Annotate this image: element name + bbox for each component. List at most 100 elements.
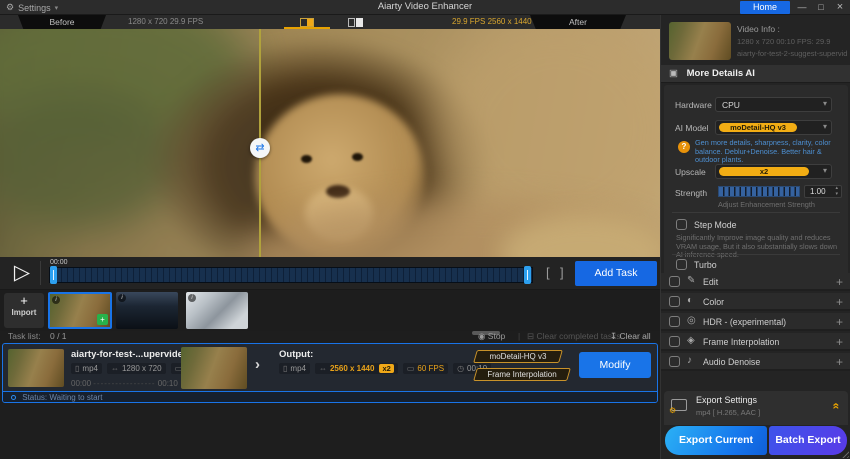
export-settings-block[interactable]: Export Settings mp4 [ H.265, AAC ] « bbox=[664, 391, 848, 425]
export-settings-icon bbox=[669, 399, 687, 415]
frame-interpolation-checkbox[interactable] bbox=[669, 336, 680, 347]
side-by-side-toggle[interactable] bbox=[332, 16, 378, 28]
trim-dashes: ----------------- bbox=[93, 379, 156, 388]
expand-plus-icon[interactable]: + bbox=[836, 295, 843, 309]
trim-handle-end[interactable] bbox=[524, 266, 531, 284]
output-label: Output: bbox=[279, 349, 314, 360]
resolution-chip: ⇔ 2560 x 1440 x2 bbox=[314, 363, 398, 374]
task-row[interactable]: aiarty-for-test-...upervideo-x2.mp4 ▯ mp4… bbox=[2, 343, 658, 403]
close-button[interactable]: × bbox=[832, 1, 848, 14]
section-audio-denoise[interactable]: ♪ Audio Denoise + bbox=[661, 353, 850, 371]
format-chip: ▯ mp4 bbox=[71, 363, 102, 374]
home-button[interactable]: Home bbox=[740, 1, 790, 14]
side-by-side-icon bbox=[347, 17, 355, 27]
step-mode-checkbox[interactable] bbox=[676, 219, 687, 230]
color-icon: ◐ bbox=[687, 295, 694, 306]
stop-button[interactable]: ◉ Stop bbox=[478, 331, 505, 342]
strength-slider[interactable] bbox=[718, 186, 800, 197]
minimize-button[interactable]: — bbox=[794, 1, 810, 14]
status-dot bbox=[11, 395, 16, 400]
video-info-specs: 1280 x 720 00:10 FPS: 29.9 bbox=[737, 37, 831, 46]
video-info-thumbnail bbox=[669, 22, 731, 60]
clear-completed-button[interactable]: ⊟ Clear completed tasks bbox=[527, 331, 621, 342]
info-icon[interactable]: i bbox=[52, 296, 60, 304]
import-button[interactable]: + Import bbox=[4, 293, 44, 328]
upscale-label: Upscale bbox=[675, 167, 706, 177]
strength-value-box[interactable]: 1.00 ▴ ▾ bbox=[804, 185, 842, 198]
batch-export-button[interactable]: Batch Export bbox=[769, 426, 847, 455]
trim-out-button[interactable]: ] bbox=[560, 265, 564, 280]
chevron-down-icon: ▾ bbox=[822, 122, 827, 131]
play-button[interactable]: ▷ bbox=[8, 259, 36, 287]
media-thumbnail-bridge[interactable]: i bbox=[116, 292, 178, 329]
hdr-icon: ◎ bbox=[687, 315, 696, 326]
step-mode-caption: Significantly Improve image quality and … bbox=[676, 233, 838, 258]
media-thumbnail-snow[interactable]: i bbox=[186, 292, 248, 329]
before-resolution: 1280 x 720 29.9 FPS bbox=[128, 17, 204, 26]
export-current-button[interactable]: Export Current bbox=[665, 426, 767, 455]
task-list-label: Task list: bbox=[8, 331, 41, 341]
task-status: Status: Waiting to start bbox=[3, 391, 657, 402]
collapse-icon[interactable]: « bbox=[830, 403, 844, 410]
task-output-thumbnail bbox=[181, 347, 247, 389]
info-icon[interactable]: i bbox=[188, 294, 196, 302]
resolution-chip: ⇔ 1280 x 720 bbox=[106, 363, 166, 374]
color-checkbox[interactable] bbox=[669, 296, 680, 307]
scale-badge: x2 bbox=[379, 364, 394, 373]
expand-plus-icon[interactable]: + bbox=[836, 315, 843, 329]
edit-checkbox[interactable] bbox=[669, 276, 680, 287]
split-view-icon bbox=[300, 17, 314, 27]
add-task-button[interactable]: Add Task bbox=[575, 261, 657, 286]
added-badge: + bbox=[97, 314, 108, 325]
hdr-checkbox[interactable] bbox=[669, 316, 680, 327]
media-thumbnail-lion[interactable]: i + bbox=[48, 292, 112, 329]
timeline-track[interactable] bbox=[49, 267, 533, 283]
section-color[interactable]: ◐ Color + bbox=[661, 293, 850, 311]
expand-plus-icon[interactable]: + bbox=[836, 355, 843, 369]
audio-denoise-checkbox[interactable] bbox=[669, 356, 680, 367]
turbo-checkbox[interactable] bbox=[676, 259, 687, 270]
step-mode-label: Step Mode bbox=[694, 220, 737, 230]
section-edit[interactable]: ✎ Edit + bbox=[661, 273, 850, 291]
trim-in-button[interactable]: [ bbox=[546, 265, 550, 280]
upscale-dropdown[interactable]: x2 ▾ bbox=[715, 164, 832, 179]
more-details-ai-header[interactable]: ▣ More Details AI bbox=[661, 65, 850, 83]
divider bbox=[672, 212, 840, 213]
task-source-thumbnail bbox=[8, 349, 64, 387]
playback-bar: ▷ 00:00 [ ] Add Task bbox=[0, 257, 660, 290]
before-region-overlay bbox=[0, 29, 260, 257]
clear-all-button[interactable]: ↧ Clear all bbox=[610, 331, 651, 342]
divider: | bbox=[518, 331, 521, 341]
maximize-button[interactable]: □ bbox=[813, 1, 829, 14]
hardware-dropdown[interactable]: CPU ▾ bbox=[715, 97, 832, 112]
file-icon: ▯ bbox=[283, 364, 288, 373]
video-preview[interactable]: ⇄ 100% ▾ bbox=[0, 29, 660, 257]
plus-icon: + bbox=[20, 293, 28, 308]
ai-model-dropdown[interactable]: moDetail-HQ v3 ▾ bbox=[715, 120, 832, 135]
preview-header: Before 1280 x 720 29.9 FPS 29.9 FPS 2560… bbox=[0, 15, 660, 29]
right-sidebar: Video Info : 1280 x 720 00:10 FPS: 29.9 … bbox=[660, 15, 850, 459]
task-output-meta: ▯mp4 ⇔2560 x 1440x2 ▭60 FPS ◷00:10 bbox=[279, 363, 492, 374]
task-count: 0 / 1 bbox=[50, 331, 67, 341]
help-icon[interactable]: ? bbox=[678, 141, 690, 153]
title-bar: ⚙ Settings ▾ Aiarty Video Enhancer Home … bbox=[0, 0, 850, 15]
export-settings-label: Export Settings bbox=[696, 395, 758, 405]
resolution-icon: ⇔ bbox=[110, 364, 119, 373]
section-frame-interpolation[interactable]: ◈ Frame Interpolation + bbox=[661, 333, 850, 351]
compare-divider-handle[interactable]: ⇄ bbox=[250, 138, 270, 158]
trim-handle-start[interactable] bbox=[50, 266, 57, 284]
expand-plus-icon[interactable]: + bbox=[836, 335, 843, 349]
audio-denoise-icon: ♪ bbox=[687, 355, 692, 366]
model-hint-text: Gen more details, sharpness, clarity, co… bbox=[695, 138, 831, 164]
stepper-arrows-icon[interactable]: ▴ ▾ bbox=[835, 185, 838, 197]
section-hdr[interactable]: ◎ HDR - (experimental) + bbox=[661, 313, 850, 331]
expand-plus-icon[interactable]: + bbox=[836, 275, 843, 289]
file-icon: ▯ bbox=[75, 364, 80, 373]
video-info-label: Video Info : bbox=[737, 24, 780, 34]
lion-eye-right bbox=[352, 153, 363, 161]
strength-caption: Adjust Enhancement Strength bbox=[718, 200, 815, 209]
modify-button[interactable]: Modify bbox=[579, 352, 651, 378]
info-icon[interactable]: i bbox=[118, 294, 126, 302]
frame-interpolation-icon: ◈ bbox=[687, 335, 695, 346]
ai-model-label: AI Model bbox=[675, 123, 709, 133]
